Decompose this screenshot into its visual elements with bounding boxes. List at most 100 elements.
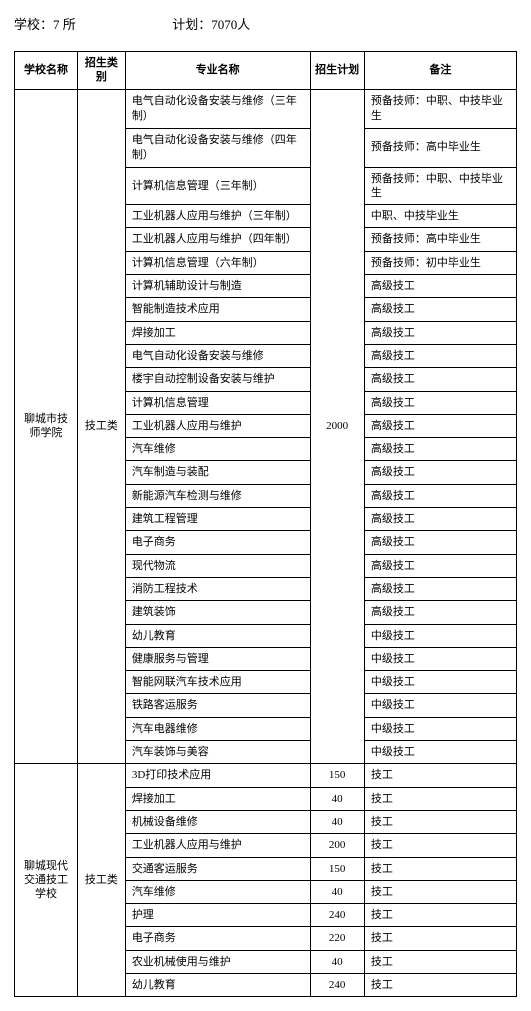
remark-cell: 中级技工 (364, 671, 516, 694)
major-cell: 计算机信息管理（三年制） (125, 167, 310, 205)
major-cell: 汽车装饰与美容 (125, 741, 310, 764)
major-cell: 农业机械使用与维护 (125, 950, 310, 973)
remark-cell: 中级技工 (364, 717, 516, 740)
remark-cell: 高级技工 (364, 344, 516, 367)
col-school: 学校名称 (15, 52, 78, 90)
major-cell: 汽车维修 (125, 880, 310, 903)
major-cell: 健康服务与管理 (125, 647, 310, 670)
plan-cell: 150 (310, 857, 364, 880)
plan-cell: 240 (310, 904, 364, 927)
category: 技工类 (78, 764, 126, 997)
school-count: 学校：7 所 (14, 17, 76, 32)
major-cell: 工业机器人应用与维护（三年制） (125, 205, 310, 228)
remark-cell: 高级技工 (364, 531, 516, 554)
major-cell: 电子商务 (125, 927, 310, 950)
remark-cell: 中级技工 (364, 647, 516, 670)
major-cell: 机械设备维修 (125, 810, 310, 833)
col-major: 专业名称 (125, 52, 310, 90)
major-cell: 汽车电器维修 (125, 717, 310, 740)
major-cell: 楼宇自动控制设备安装与维护 (125, 368, 310, 391)
major-cell: 焊接加工 (125, 787, 310, 810)
remark-cell: 预备技师：初中毕业生 (364, 251, 516, 274)
major-cell: 电气自动化设备安装与维修（四年制） (125, 128, 310, 167)
school-name: 聊城市技师学院 (15, 89, 78, 764)
major-cell: 3D打印技术应用 (125, 764, 310, 787)
major-cell: 计算机辅助设计与制造 (125, 275, 310, 298)
remark-cell: 高级技工 (364, 414, 516, 437)
plan-cell: 40 (310, 787, 364, 810)
remark-cell: 预备技师：高中毕业生 (364, 128, 516, 167)
remark-cell: 高级技工 (364, 368, 516, 391)
remark-cell: 预备技师：中职、中技毕业生 (364, 167, 516, 205)
remark-cell: 技工 (364, 973, 516, 996)
major-cell: 建筑工程管理 (125, 508, 310, 531)
remark-cell: 高级技工 (364, 508, 516, 531)
remark-cell: 中级技工 (364, 694, 516, 717)
col-remark: 备注 (364, 52, 516, 90)
remark-cell: 高级技工 (364, 577, 516, 600)
remark-cell: 高级技工 (364, 554, 516, 577)
major-cell: 护理 (125, 904, 310, 927)
major-cell: 现代物流 (125, 554, 310, 577)
major-cell: 焊接加工 (125, 321, 310, 344)
remark-cell: 中级技工 (364, 741, 516, 764)
remark-cell: 高级技工 (364, 438, 516, 461)
remark-cell: 高级技工 (364, 484, 516, 507)
major-cell: 新能源汽车检测与维修 (125, 484, 310, 507)
major-cell: 电气自动化设备安装与维修 (125, 344, 310, 367)
remark-cell: 预备技师：中职、中技毕业生 (364, 89, 516, 128)
plan-cell: 40 (310, 880, 364, 903)
school-name: 聊城现代交通技工学校 (15, 764, 78, 997)
enrollment-table: 学校名称 招生类别 专业名称 招生计划 备注 聊城市技师学院技工类电气自动化设备… (14, 51, 517, 997)
major-cell: 电气自动化设备安装与维修（三年制） (125, 89, 310, 128)
remark-cell: 技工 (364, 764, 516, 787)
col-plan: 招生计划 (310, 52, 364, 90)
plan-cell: 220 (310, 927, 364, 950)
major-cell: 幼儿教育 (125, 624, 310, 647)
major-cell: 消防工程技术 (125, 577, 310, 600)
major-cell: 铁路客运服务 (125, 694, 310, 717)
plan-cell: 240 (310, 973, 364, 996)
remark-cell: 高级技工 (364, 461, 516, 484)
remark-cell: 技工 (364, 950, 516, 973)
major-cell: 计算机信息管理 (125, 391, 310, 414)
plan-count: 计划：7070人 (172, 17, 250, 32)
major-cell: 工业机器人应用与维护 (125, 414, 310, 437)
plan-cell: 200 (310, 834, 364, 857)
major-cell: 智能制造技术应用 (125, 298, 310, 321)
remark-cell: 高级技工 (364, 298, 516, 321)
major-cell: 工业机器人应用与维护 (125, 834, 310, 857)
plan-cell: 40 (310, 950, 364, 973)
remark-cell: 高级技工 (364, 391, 516, 414)
major-cell: 汽车制造与装配 (125, 461, 310, 484)
remark-cell: 高级技工 (364, 275, 516, 298)
major-cell: 计算机信息管理（六年制） (125, 251, 310, 274)
remark-cell: 技工 (364, 834, 516, 857)
remark-cell: 技工 (364, 787, 516, 810)
major-cell: 交通客运服务 (125, 857, 310, 880)
major-cell: 建筑装饰 (125, 601, 310, 624)
major-cell: 幼儿教育 (125, 973, 310, 996)
table-header-row: 学校名称 招生类别 专业名称 招生计划 备注 (15, 52, 517, 90)
page-header: 学校：7 所 计划：7070人 (14, 14, 517, 33)
remark-cell: 技工 (364, 927, 516, 950)
major-cell: 电子商务 (125, 531, 310, 554)
remark-cell: 预备技师：高中毕业生 (364, 228, 516, 251)
major-cell: 智能网联汽车技术应用 (125, 671, 310, 694)
remark-cell: 中职、中技毕业生 (364, 205, 516, 228)
remark-cell: 技工 (364, 880, 516, 903)
remark-cell: 技工 (364, 904, 516, 927)
table-row: 聊城市技师学院技工类电气自动化设备安装与维修（三年制）2000预备技师：中职、中… (15, 89, 517, 128)
col-category: 招生类别 (78, 52, 126, 90)
plan-cell: 150 (310, 764, 364, 787)
plan-cell: 40 (310, 810, 364, 833)
category: 技工类 (78, 89, 126, 764)
table-row: 聊城现代交通技工学校技工类3D打印技术应用150技工 (15, 764, 517, 787)
major-cell: 汽车维修 (125, 438, 310, 461)
remark-cell: 高级技工 (364, 601, 516, 624)
remark-cell: 高级技工 (364, 321, 516, 344)
plan-cell: 2000 (310, 89, 364, 764)
major-cell: 工业机器人应用与维护（四年制） (125, 228, 310, 251)
remark-cell: 中级技工 (364, 624, 516, 647)
remark-cell: 技工 (364, 810, 516, 833)
